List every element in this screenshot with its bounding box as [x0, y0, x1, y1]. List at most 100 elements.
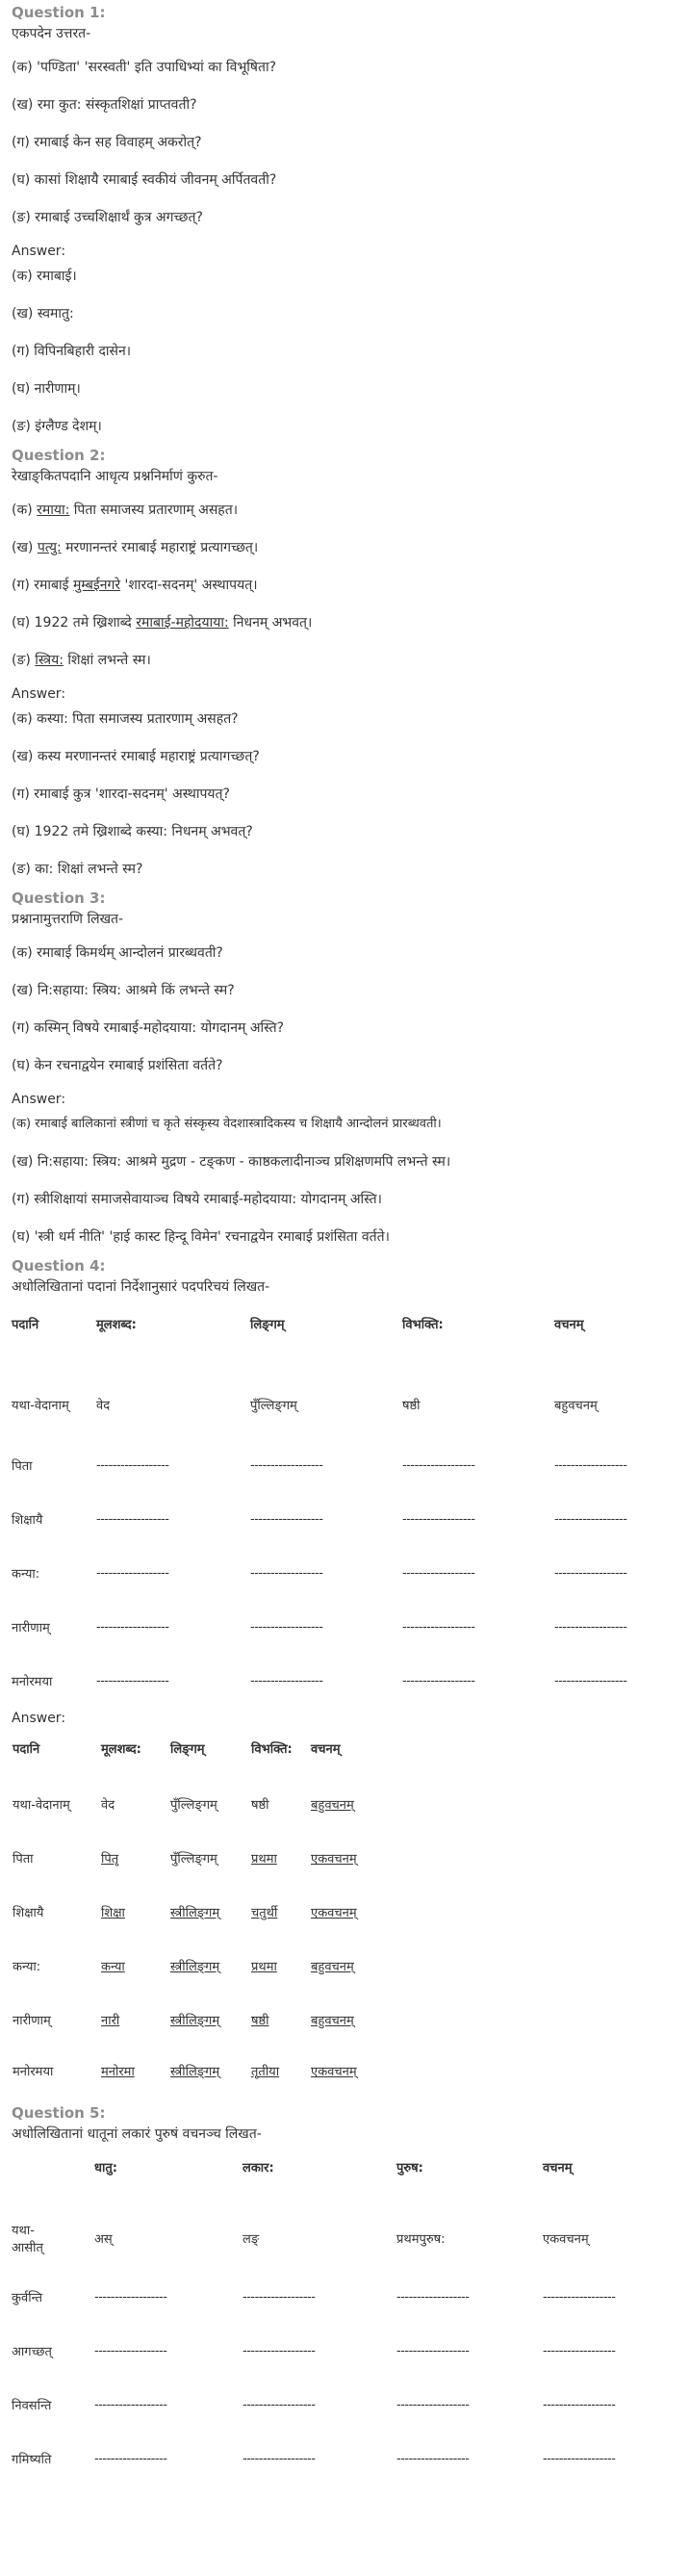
blank-field: ------------------: [250, 1457, 323, 1473]
table-cell: स्त्रीलिङ्‌गम्: [170, 2014, 220, 2028]
answer-item: (ङ) इंग्लैण्ड देशम्।: [12, 419, 102, 434]
table-cell: वेद: [101, 1798, 115, 1813]
table-row: गमिष्यति ------------------ ------------…: [12, 2432, 689, 2486]
table-cell: नारी: [101, 2014, 120, 2028]
question-item: (घ) 1922 तमे ख्रिशाब्दे रमाबाई-महोदयाया:…: [12, 615, 313, 631]
blank-field: ------------------: [96, 1565, 169, 1581]
answer-item: (क) कस्या: पिता समाजस्य प्रतारणाम् असहत?: [12, 711, 239, 727]
answer-item: (घ) नारीणाम्।: [12, 381, 81, 397]
table-cell: शिक्षा: [101, 1906, 125, 1920]
question-title: Question 5:: [12, 2104, 106, 2122]
table-header: धातु:: [94, 2161, 117, 2176]
table-row: मनोरमया ------------------ -------------…: [12, 1654, 689, 1708]
question-title: Question 4:: [12, 1257, 106, 1275]
table-header-row: पदानि मूलशब्द: लिङ्‌गम् विभक्ति: वचनम्: [12, 1315, 689, 1371]
table-row: यथा-वेदानाम् वेद पुँल्लिङ्‌गम् षष्ठी बहु…: [12, 1371, 689, 1438]
table-cell: मनोरमया: [13, 2065, 54, 2079]
table-cell: यथा-वेदानाम्: [13, 1798, 70, 1813]
table-cell: पितृ: [101, 1852, 119, 1867]
question-item: (ग) रमाबाई केन सह विवाहम् अकरोत्?: [12, 135, 202, 150]
table-header: पदानि: [12, 1318, 39, 1332]
underlined-word: रमाबाई-महोदयाया:: [136, 615, 229, 631]
question-item: (ङ) स्त्रिय: शिक्षां लभन्ते स्म।: [12, 653, 151, 668]
table-cell: नारीणाम्: [13, 2014, 51, 2028]
table-cell: कुर्वन्ति: [12, 2291, 42, 2306]
table-row: नारीणाम् नारी स्त्रीलिङ्‌गम् षष्ठी बहुवच…: [12, 1993, 406, 2047]
blank-field: ------------------: [402, 1619, 475, 1635]
table-header: पदानि: [13, 1742, 40, 1757]
table-cell: षष्ठी: [402, 1399, 421, 1413]
table-row: पिता ------------------ ----------------…: [12, 1438, 689, 1492]
table-row: आगच्छत् ------------------ -------------…: [12, 2324, 689, 2378]
answer-item: (क) रमाबाई बालिकानां स्त्रीणां च कृते सं…: [12, 1117, 442, 1131]
table-cell: निवसन्ति: [12, 2399, 52, 2413]
answer-item: (ख) कस्य मरणानन्तरं रमाबाई महाराष्ट्रं प…: [12, 749, 260, 764]
blank-field: ------------------: [396, 2343, 470, 2358]
table-cell: एकवचनम्: [311, 1906, 357, 1920]
question-4: Question 4: अधोलिखितानां पदानां निर्देशा…: [12, 1255, 677, 2095]
table-header: लिङ्‌गम्: [250, 1318, 285, 1332]
blank-field: ------------------: [94, 2343, 167, 2358]
table-cell: पुँल्लिङ्‌गम्: [170, 1852, 217, 1867]
table-cell: एकवचनम्: [311, 2065, 357, 2079]
table-header: लकार:: [242, 2161, 274, 2176]
table-cell: कन्या:: [13, 1960, 41, 1974]
blank-field: ------------------: [396, 2451, 470, 2466]
table-header-row: पदानि मूलशब्द: लिङ्‌गम् विभक्ति: वचनम्: [12, 1739, 406, 1777]
table-header: वचनम्: [554, 1318, 584, 1332]
table-cell: पिता: [13, 1852, 34, 1867]
blank-field: ------------------: [402, 1457, 475, 1473]
question-2: Question 2: रेखाङ्‌कितपदानि आधृत्य प्रश्…: [12, 445, 677, 880]
table-row: शिक्षायै शिक्षा स्त्रीलिङ्‌गम् चतुर्थी ए…: [12, 1885, 406, 1939]
question-instruction: प्रश्नानामुत्तराणि लिखत-: [12, 912, 124, 927]
table-header: मूलशब्द:: [101, 1742, 141, 1757]
answer-item: (ग) स्त्रीशिक्षायां समाजसेवायाञ्च विषये …: [12, 1192, 382, 1207]
table-header: लिङ्‌गम्: [170, 1742, 205, 1757]
blank-field: ------------------: [242, 2289, 316, 2305]
blank-field: ------------------: [96, 1511, 169, 1527]
question-1: Question 1: एकपदेन उत्तरत- (क) 'पण्डिता'…: [12, 2, 677, 437]
table-cell: प्रथमा: [251, 1960, 277, 1974]
table-cell: यथा-आसीत्: [12, 2224, 43, 2255]
answer-label: Answer:: [12, 1092, 66, 1107]
table-cell: एकवचनम्: [543, 2232, 589, 2247]
table-header: वचनम्: [543, 2161, 573, 2176]
table-cell: कन्या:: [12, 1567, 40, 1582]
blank-field: ------------------: [250, 1619, 323, 1635]
question-item: (ङ) रमाबाई उच्चशिक्षार्थं कुत्र अगच्छत्?: [12, 210, 203, 225]
question-5: Question 5: अधोलिखितानां धातूनां लकारं प…: [12, 2102, 677, 2486]
blank-field: ------------------: [94, 2451, 167, 2466]
table-cell: स्त्रीलिङ्‌गम्: [170, 2065, 220, 2079]
blank-field: ------------------: [250, 1511, 323, 1527]
document-page: Question 1: एकपदेन उत्तरत- (क) 'पण्डिता'…: [0, 0, 689, 2486]
table-header: विभक्ति:: [402, 1318, 444, 1332]
blank-field: ------------------: [250, 1673, 323, 1688]
answer-item: (घ) 1922 तमे ख्रिशाब्दे कस्या: निधनम् अभ…: [12, 824, 253, 839]
question-item: (ख) पत्यु: मरणानन्तरं रमाबाई महाराष्ट्रं…: [12, 540, 259, 555]
answer-item: (घ) 'स्त्री धर्म नीति' 'हाई कास्ट हिन्दू…: [12, 1229, 390, 1245]
table-cell: मनोरमा: [101, 2065, 135, 2079]
question-item: (क) रमाबाई किमर्थम् आन्दोलनं प्रारब्धवती…: [12, 945, 223, 961]
question-item: (ग) रमाबाई मुम्बईनगरे 'शारदा-सदनम्' अस्थ…: [12, 578, 258, 593]
table-row: नारीणाम् ------------------ ------------…: [12, 1600, 689, 1654]
blank-field: ------------------: [543, 2397, 616, 2412]
blank-field: ------------------: [96, 1673, 169, 1688]
blank-field: ------------------: [250, 1565, 323, 1581]
table-cell: बहुवचनम्: [311, 1960, 354, 1974]
question-item: (ख) नि:सहाया: स्त्रिय: आश्रमे किं लभन्ते…: [12, 983, 235, 998]
blank-field: ------------------: [402, 1565, 475, 1581]
table-cell: लङ्: [242, 2232, 260, 2247]
table-cell: पिता: [12, 1459, 33, 1474]
question-3: Question 3: प्रश्नानामुत्तराणि लिखत- (क)…: [12, 888, 677, 1248]
answer-item: (ख) नि:सहाया: स्त्रिय: आश्रमे मुद्रण - ट…: [12, 1154, 451, 1170]
table-cell: स्त्रीलिङ्‌गम्: [170, 1960, 220, 1974]
question-item: (घ) केन रचनाद्वयेन रमाबाई प्रशंसिता वर्त…: [12, 1058, 223, 1073]
table-cell: अस्: [94, 2232, 113, 2247]
table-cell: बहुवचनम्: [554, 1399, 598, 1413]
table-cell: आगच्छत्: [12, 2345, 52, 2359]
table-cell: चतुर्थी: [251, 1906, 278, 1920]
table-cell: प्रथमपुरुष:: [396, 2232, 446, 2247]
answer-item: (ग) रमाबाई कुत्र 'शारदा-सदनम्' अस्थापयत्…: [12, 786, 230, 802]
blank-field: ------------------: [242, 2343, 316, 2358]
question-title: Question 2:: [12, 447, 106, 464]
